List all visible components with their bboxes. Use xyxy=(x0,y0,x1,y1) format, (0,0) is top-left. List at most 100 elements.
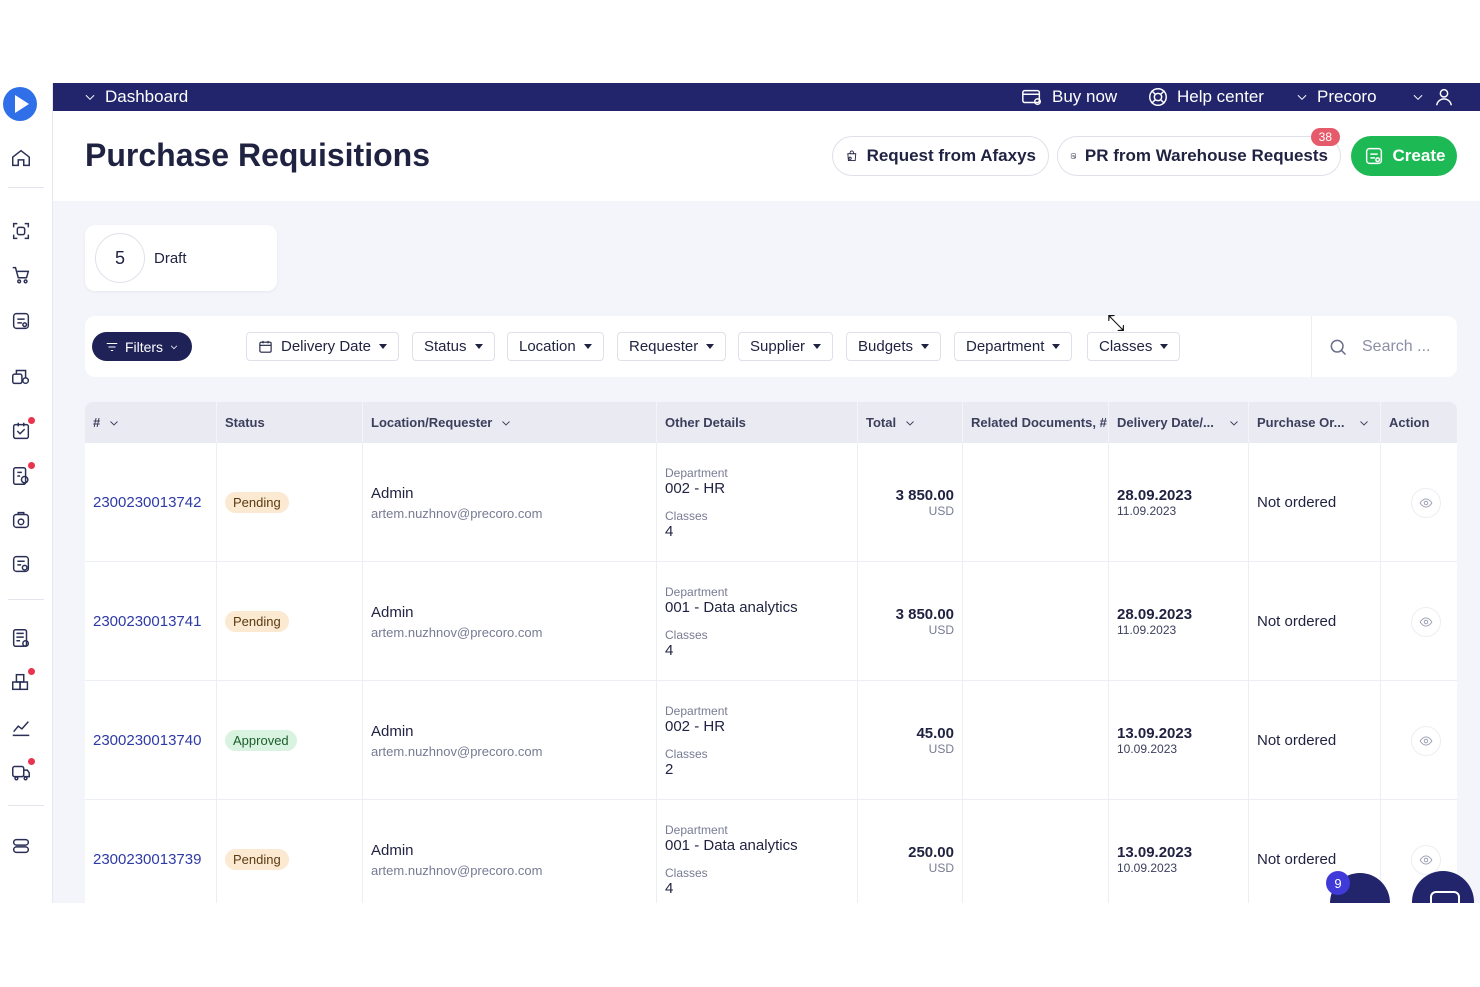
search-input[interactable] xyxy=(1362,337,1442,356)
sidebar xyxy=(0,83,53,903)
column-status[interactable]: Status xyxy=(216,402,362,443)
column-number-label: # xyxy=(93,415,101,430)
cell-action xyxy=(1380,562,1457,681)
request-from-afaxys-button[interactable]: Request from Afaxys xyxy=(832,136,1049,176)
department-value: 002 - HR xyxy=(665,717,726,735)
column-purchase-order[interactable]: Purchase Or... xyxy=(1248,402,1380,443)
company-label: Precoro xyxy=(1317,87,1377,106)
draft-status-card[interactable]: 5 Draft xyxy=(85,225,277,291)
company-switcher[interactable]: Precoro xyxy=(1295,83,1377,111)
department-label: Department xyxy=(665,465,728,480)
department-label: Department xyxy=(665,584,728,599)
cell-number: 2300230013739 xyxy=(85,800,216,903)
orders-icon[interactable] xyxy=(9,462,35,488)
caret-down-icon xyxy=(706,344,715,349)
draft-label: Draft xyxy=(154,249,187,267)
chevron-down-icon xyxy=(170,344,178,349)
draft-count: 5 xyxy=(95,233,145,283)
filter-status[interactable]: Status xyxy=(412,332,495,361)
department-value: 001 - Data analytics xyxy=(665,836,798,854)
filters-button[interactable]: Filters xyxy=(92,332,192,361)
column-related-documents[interactable]: Related Documents, # xyxy=(962,402,1108,443)
filter-budgets[interactable]: Budgets xyxy=(846,332,942,361)
filter-classes[interactable]: Classes xyxy=(1087,332,1181,361)
cell-delivery-date: 13.09.2023 10.09.2023 xyxy=(1108,800,1248,903)
chevron-down-icon xyxy=(1230,420,1238,426)
user-menu[interactable] xyxy=(1411,83,1455,111)
chevron-down-icon xyxy=(502,420,511,426)
view-button[interactable] xyxy=(1411,844,1441,875)
classes-value: 2 xyxy=(665,760,674,778)
filter-supplier[interactable]: Supplier xyxy=(738,332,834,361)
status-badge: Pending xyxy=(225,849,289,870)
page-title: Purchase Requisitions xyxy=(85,137,430,173)
classes-label: Classes xyxy=(665,508,708,523)
home-icon[interactable] xyxy=(9,146,33,170)
column-number[interactable]: # xyxy=(85,402,216,443)
pr-number-link[interactable]: 2300230013741 xyxy=(93,613,216,630)
table-row[interactable]: 2300230013742 Pending Admin artem.nuzhno… xyxy=(85,443,1457,562)
table-row[interactable]: 2300230013741 Pending Admin artem.nuzhno… xyxy=(85,562,1457,681)
cell-action xyxy=(1380,443,1457,562)
scan-icon[interactable] xyxy=(9,219,33,243)
cell-other-details: Department 002 - HR Classes 4 xyxy=(656,443,857,562)
supplier-icon[interactable] xyxy=(9,364,33,388)
requisition-icon[interactable] xyxy=(9,309,33,333)
view-button[interactable] xyxy=(1411,725,1441,756)
eye-icon xyxy=(1419,497,1433,508)
chevron-down-icon xyxy=(1413,94,1423,100)
cell-related-documents xyxy=(962,562,1108,681)
cell-total: 3 850.00 USD xyxy=(857,443,962,562)
pr-number-link[interactable]: 2300230013739 xyxy=(93,851,216,868)
cell-requester: Admin artem.nuzhnov@precoro.com xyxy=(362,562,656,681)
approval-icon[interactable] xyxy=(9,417,35,443)
invoice-icon[interactable] xyxy=(9,552,33,576)
warehouse-icon[interactable] xyxy=(9,668,35,694)
delivery-icon[interactable] xyxy=(9,758,35,784)
buy-now-link[interactable]: Buy now xyxy=(1020,83,1117,111)
cell-requester: Admin artem.nuzhnov@precoro.com xyxy=(362,681,656,800)
created-date: 10.09.2023 xyxy=(1117,742,1178,756)
delivery-date: 13.09.2023 xyxy=(1117,844,1193,861)
status-badge: Pending xyxy=(225,492,289,513)
table-row[interactable]: 2300230013739 Pending Admin artem.nuzhno… xyxy=(85,800,1457,903)
column-other-details[interactable]: Other Details xyxy=(656,402,857,443)
table-row[interactable]: 2300230013740 Approved Admin artem.nuzhn… xyxy=(85,681,1457,800)
sidebar-divider xyxy=(8,805,44,806)
column-related-documents-label: Related Documents, # xyxy=(971,415,1107,430)
filter-location[interactable]: Location xyxy=(507,332,604,361)
total-currency: USD xyxy=(928,861,954,875)
requester-email: artem.nuzhnov@precoro.com xyxy=(371,505,543,521)
dashboard-menu[interactable]: Dashboard xyxy=(83,83,188,111)
caret-down-icon xyxy=(379,344,388,349)
create-label: Create xyxy=(1392,146,1446,165)
column-total[interactable]: Total xyxy=(857,402,962,443)
purchase-order-status: Not ordered xyxy=(1257,494,1337,511)
column-delivery-date[interactable]: Delivery Date/... xyxy=(1108,402,1248,443)
search-box xyxy=(1311,316,1457,377)
budget-icon[interactable] xyxy=(9,626,33,650)
total-amount: 3 850.00 xyxy=(895,606,954,623)
help-center-link[interactable]: Help center xyxy=(1147,83,1264,111)
view-button[interactable] xyxy=(1411,487,1441,518)
filter-requester[interactable]: Requester xyxy=(617,332,727,361)
pr-number-link[interactable]: 2300230013740 xyxy=(93,732,216,749)
precoro-logo[interactable] xyxy=(3,87,37,121)
cell-purchase-order: Not ordered xyxy=(1248,681,1380,800)
filter-department[interactable]: Department xyxy=(954,332,1073,361)
view-button[interactable] xyxy=(1411,606,1441,637)
top-navigation-bar: Dashboard Buy now Help center Precoro xyxy=(53,83,1480,111)
filter-delivery-date[interactable]: Delivery Date xyxy=(246,332,400,361)
analytics-icon[interactable] xyxy=(9,716,33,740)
create-button[interactable]: Create xyxy=(1351,136,1457,176)
cart-icon[interactable] xyxy=(9,263,33,287)
eye-icon xyxy=(1419,854,1433,865)
pr-number-link[interactable]: 2300230013742 xyxy=(93,494,216,511)
chevron-down-icon xyxy=(1360,420,1369,426)
pr-from-warehouse-button[interactable]: PR from Warehouse Requests 38 xyxy=(1057,128,1341,176)
column-location-requester[interactable]: Location/Requester xyxy=(362,402,656,443)
cell-status: Pending xyxy=(216,443,362,562)
settings-icon[interactable] xyxy=(9,834,33,858)
receipt-icon[interactable] xyxy=(9,508,33,532)
caret-down-icon xyxy=(1160,344,1169,349)
